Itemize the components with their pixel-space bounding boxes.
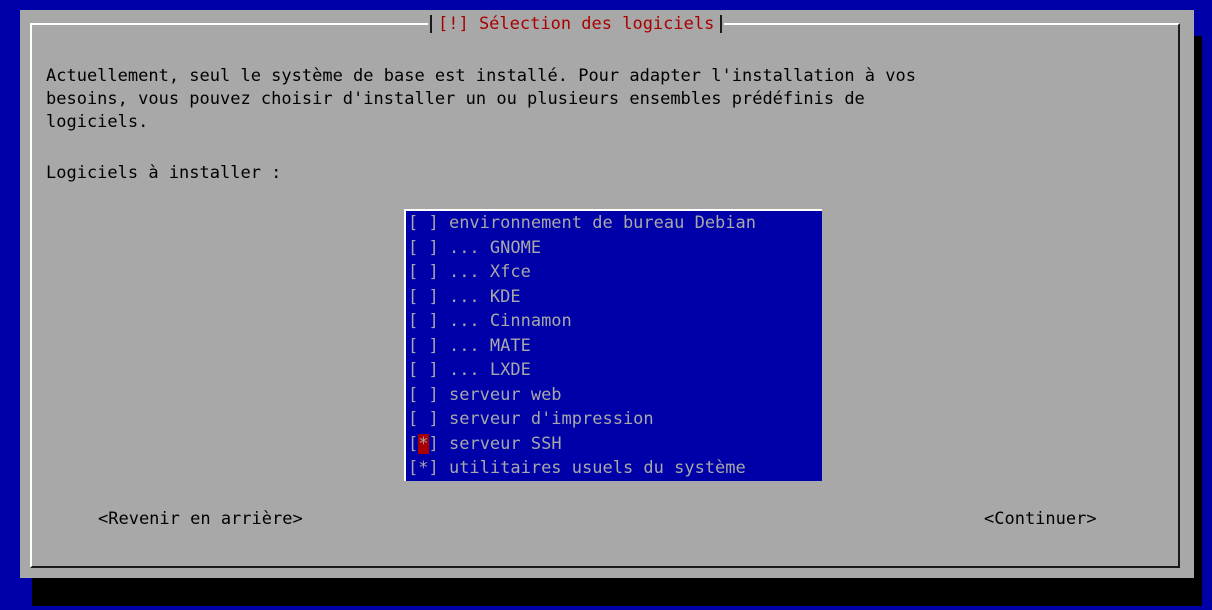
checkbox-right-bracket: ] [428,433,439,454]
checkbox[interactable]: [ ] [408,336,439,356]
dialog-title: [!] Sélection des logiciels [428,12,725,36]
list-item-mate[interactable]: [ ] ... MATE [406,334,822,359]
item-label: ... KDE [438,286,521,307]
checkbox-checked[interactable]: [*] [408,458,439,478]
checkbox[interactable]: [ ] [408,409,439,429]
checkbox[interactable]: [ ] [408,238,439,258]
software-selection-dialog: [!] Sélection des logiciels Actuellement… [20,10,1194,578]
checkbox-checked[interactable]: [*] [408,433,439,454]
list-item-web-server[interactable]: [ ] serveur web [406,383,822,408]
back-button[interactable]: <Revenir en arrière> [98,507,303,531]
item-label: ... Xfce [438,262,531,282]
item-label: serveur SSH [438,433,562,454]
checkbox[interactable]: [ ] [408,311,439,331]
item-label: ... Cinnamon [438,311,572,331]
checkbox[interactable]: [ ] [408,360,439,380]
item-label: ... MATE [438,335,531,356]
list-item-standard-utilities[interactable]: [*] utilitaires usuels du système [406,456,822,481]
list-item-cinnamon[interactable]: [ ] ... Cinnamon [406,309,822,334]
list-item-gnome[interactable]: [ ] ... GNOME [406,236,822,261]
software-list[interactable]: [ ] environnement de bureau Debian [ ] .… [404,209,822,481]
installer-screen: [!] Sélection des logiciels Actuellement… [0,0,1212,610]
continue-button[interactable]: <Continuer> [984,507,1097,531]
dialog-shadow-right [1194,36,1202,606]
checkbox[interactable]: [ ] [408,213,439,233]
item-label: ... LXDE [438,360,531,380]
item-label: serveur d'impression [438,409,654,429]
checkbox[interactable]: [ ] [408,385,439,405]
list-item-ssh-server[interactable]: [*] serveur SSH [406,432,822,457]
list-item-print-server[interactable]: [ ] serveur d'impression [406,407,822,432]
list-item-desktop-debian[interactable]: [ ] environnement de bureau Debian [406,211,822,236]
checkbox[interactable]: [ ] [408,262,439,282]
item-label: utilitaires usuels du système [438,458,746,478]
list-item-xfce[interactable]: [ ] ... Xfce [406,260,822,285]
checkbox[interactable]: [ ] [408,287,439,307]
item-label: ... GNOME [438,237,542,258]
list-item-lxde[interactable]: [ ] ... LXDE [406,358,822,383]
intro-text: Actuellement, seul le système de base es… [46,66,916,132]
item-label: serveur web [438,384,562,405]
checkbox-mark: * [418,433,429,454]
checkbox-left-bracket: [ [408,433,419,454]
item-label: environnement de bureau Debian [438,213,756,233]
dialog-shadow-bottom [32,578,1200,606]
software-prompt: Logiciels à installer : [46,163,282,183]
list-item-kde[interactable]: [ ] ... KDE [406,285,822,310]
